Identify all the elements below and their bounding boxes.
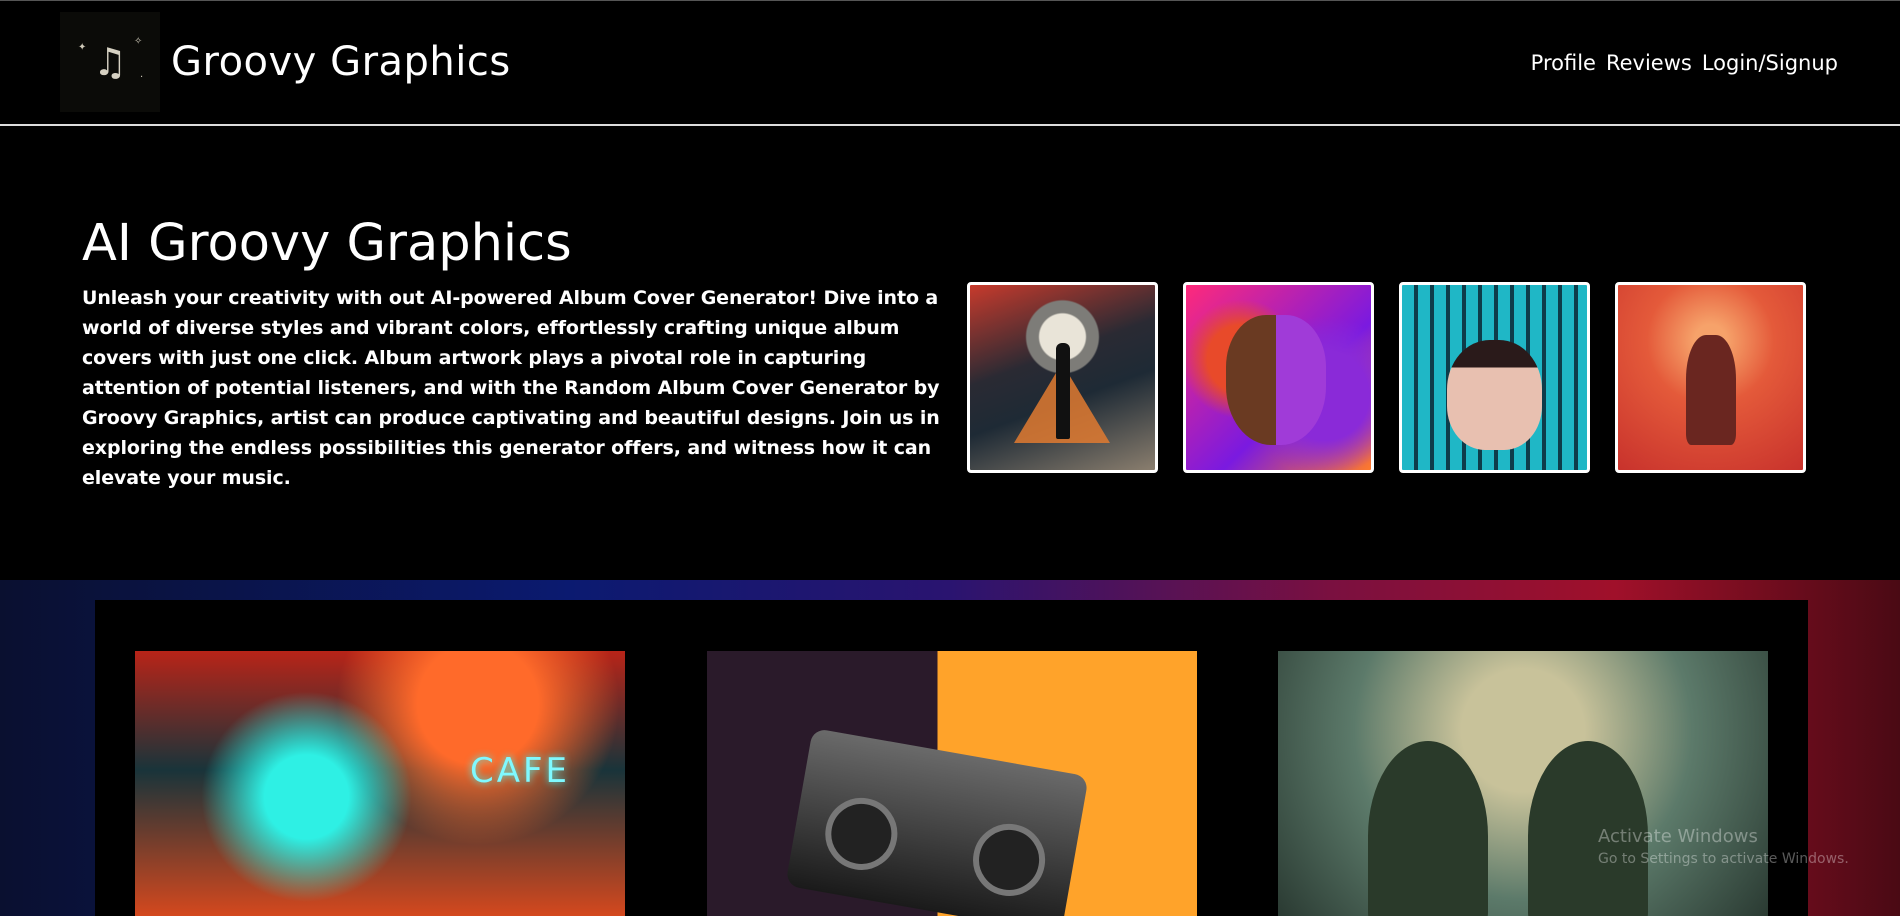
gallery-card-boombox[interactable] <box>707 651 1197 916</box>
site-title[interactable]: Groovy Graphics <box>171 39 511 85</box>
cover-thumbnail-fire-figure[interactable] <box>1615 282 1806 473</box>
hero-description: Unleash your creativity with out AI-powe… <box>82 287 940 489</box>
gallery-card-cafe[interactable]: CAFE <box>135 651 625 916</box>
logo[interactable]: ✦ ✧ · ♫ <box>60 12 160 112</box>
boombox-image <box>785 727 1089 916</box>
nav-login-signup[interactable]: Login/Signup <box>1702 51 1838 75</box>
nav-profile[interactable]: Profile <box>1531 51 1596 75</box>
nav-reviews[interactable]: Reviews <box>1606 51 1692 75</box>
cafe-sign: CAFE <box>470 751 571 791</box>
watermark-subtitle: Go to Settings to activate Windows. <box>1598 851 1849 867</box>
cover-thumbnail-psychedelic-face[interactable] <box>1183 282 1374 473</box>
cover-thumbnail-cyberpunk-girl[interactable] <box>1399 282 1590 473</box>
music-notes-icon: ♫ <box>92 40 128 84</box>
cover-thumbnail-pyramid[interactable] <box>967 282 1158 473</box>
gallery-card-soldiers[interactable] <box>1278 651 1768 916</box>
cover-thumbnails <box>967 282 1806 473</box>
main-nav: Profile Reviews Login/Signup <box>1531 51 1838 75</box>
windows-activation-watermark: Activate Windows Go to Settings to activ… <box>1598 826 1849 867</box>
watermark-title: Activate Windows <box>1598 826 1758 847</box>
hero-title: AI Groovy Graphics <box>82 214 572 273</box>
site-header: ✦ ✧ · ♫ Groovy Graphics Profile Reviews … <box>0 0 1900 126</box>
